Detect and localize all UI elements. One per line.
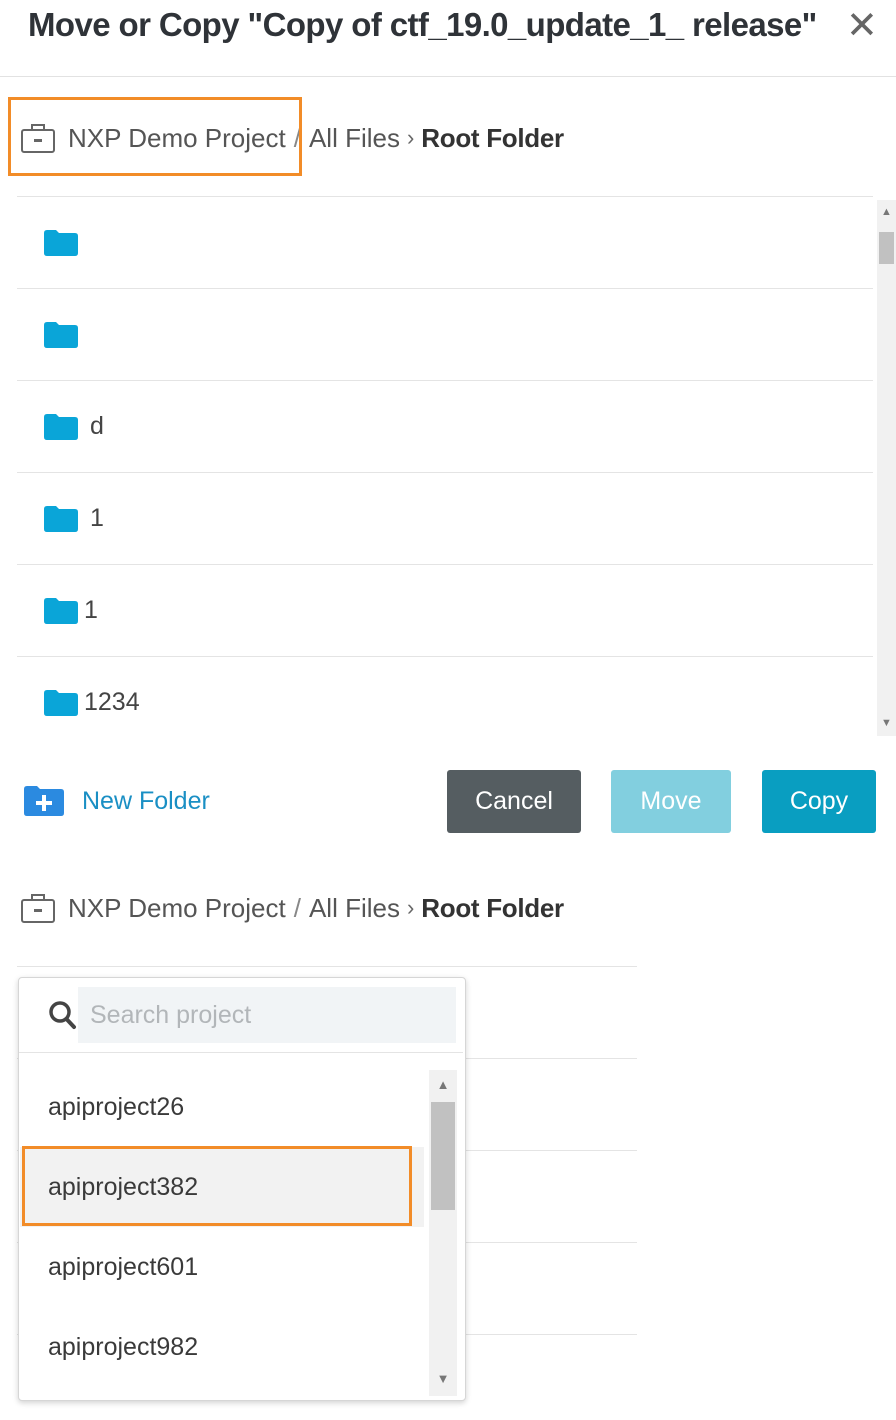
chevron-right-icon: › [406, 895, 415, 920]
project-option[interactable]: apiproject601 [20, 1227, 424, 1307]
folder-row[interactable] [17, 289, 873, 381]
folder-icon [44, 505, 78, 532]
folder-icon [44, 597, 78, 624]
breadcrumb-all-files[interactable]: All Files [309, 123, 400, 154]
breadcrumb-secondary: NXP Demo Project / All Files › Root Fold… [20, 888, 564, 928]
breadcrumb-current-folder: Root Folder [421, 892, 564, 923]
folder-icon [44, 689, 78, 716]
folder-row[interactable]: 1 [17, 565, 873, 657]
new-folder-label: New Folder [82, 786, 210, 815]
search-project-input[interactable] [78, 987, 456, 1043]
folder-plus-icon [24, 786, 64, 816]
breadcrumb-current-folder: Root Folder [421, 122, 564, 153]
scroll-up-arrow-icon[interactable]: ▲ [877, 205, 896, 219]
folder-list-scroll-thumb[interactable] [879, 232, 894, 264]
folder-icon [44, 413, 78, 440]
folder-list[interactable]: d 1 1 1234 [17, 196, 873, 741]
dropdown-scroll-thumb[interactable] [431, 1102, 455, 1210]
cancel-button[interactable]: Cancel [447, 770, 581, 833]
folder-row[interactable]: d [17, 381, 873, 473]
move-button[interactable]: Move [611, 770, 731, 833]
scroll-down-arrow-icon[interactable]: ▼ [429, 1372, 457, 1386]
scroll-down-arrow-icon[interactable]: ▼ [877, 716, 896, 730]
project-option[interactable]: apiproject26 [20, 1067, 424, 1147]
scroll-up-arrow-icon[interactable]: ▲ [429, 1078, 457, 1092]
copy-button[interactable]: Copy [762, 770, 876, 833]
breadcrumb-all-files[interactable]: All Files [309, 893, 400, 924]
folder-list-scrollbar[interactable] [877, 200, 896, 736]
new-folder-button[interactable]: New Folder [24, 784, 210, 818]
folder-row[interactable]: 1234 [17, 657, 873, 741]
folder-name: d [90, 412, 104, 440]
folder-icon [44, 321, 78, 348]
folder-icon [44, 229, 78, 256]
dropdown-divider [19, 1052, 463, 1053]
folder-row[interactable] [17, 197, 873, 289]
search-icon [49, 1001, 76, 1029]
close-icon[interactable]: ✕ [846, 6, 878, 46]
project-option[interactable]: apiproject982 [20, 1307, 424, 1387]
project-option-highlight [22, 1146, 412, 1226]
folder-name: 1 [84, 596, 98, 624]
header-divider [0, 76, 896, 77]
folder-name: 1234 [84, 688, 140, 716]
dialog-title: Move or Copy "Copy of ctf_19.0_update_1_… [28, 6, 817, 43]
briefcase-icon [21, 894, 55, 923]
chevron-right-icon: › [406, 125, 415, 150]
folder-row[interactable]: 1 [17, 473, 873, 565]
list-divider [17, 966, 637, 967]
project-highlight [8, 97, 302, 176]
breadcrumb-separator: / [293, 892, 301, 923]
breadcrumb-project[interactable]: NXP Demo Project [68, 893, 286, 924]
folder-name: 1 [90, 504, 104, 532]
